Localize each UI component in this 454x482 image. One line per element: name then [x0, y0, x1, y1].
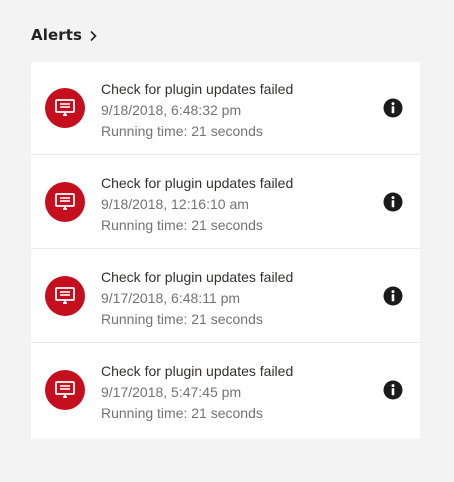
alerts-title: Alerts: [31, 26, 83, 44]
alert-title: Check for plugin updates failed: [101, 269, 294, 285]
alerts-card: Check for plugin updates failed 9/18/201…: [31, 62, 420, 439]
info-icon[interactable]: [383, 192, 403, 212]
alert-timestamp: 9/17/2018, 5:47:45 pm: [101, 384, 242, 400]
alert-row[interactable]: Check for plugin updates failed 9/17/201…: [31, 250, 420, 343]
alert-row[interactable]: Check for plugin updates failed 9/17/201…: [31, 344, 420, 437]
monitor-alert-icon: [45, 276, 85, 316]
alert-text: Check for plugin updates failed 9/17/201…: [101, 361, 293, 424]
monitor-alert-icon: [45, 182, 85, 222]
alerts-header-link[interactable]: Alerts: [31, 26, 99, 44]
info-icon[interactable]: [383, 380, 403, 400]
alert-timestamp: 9/18/2018, 12:16:10 am: [101, 196, 249, 212]
alert-title: Check for plugin updates failed: [101, 363, 294, 379]
alert-row[interactable]: Check for plugin updates failed 9/18/201…: [31, 156, 420, 249]
alert-text: Check for plugin updates failed 9/18/201…: [101, 79, 293, 142]
alert-text: Check for plugin updates failed 9/17/201…: [101, 267, 293, 330]
alert-running-time: Running time: 21 seconds: [101, 311, 263, 327]
alert-row[interactable]: Check for plugin updates failed 9/18/201…: [31, 62, 420, 155]
chevron-right-icon: [87, 29, 99, 42]
alert-timestamp: 9/18/2018, 6:48:32 pm: [101, 102, 242, 118]
alert-timestamp: 9/17/2018, 6:48:11 pm: [101, 290, 241, 306]
info-icon[interactable]: [383, 98, 403, 118]
alert-running-time: Running time: 21 seconds: [101, 217, 263, 233]
alert-running-time: Running time: 21 seconds: [101, 123, 263, 139]
alert-running-time: Running time: 21 seconds: [101, 405, 263, 421]
monitor-alert-icon: [45, 370, 85, 410]
alert-title: Check for plugin updates failed: [101, 175, 294, 191]
info-icon[interactable]: [383, 286, 403, 306]
alert-title: Check for plugin updates failed: [101, 81, 294, 97]
monitor-alert-icon: [45, 88, 85, 128]
alert-text: Check for plugin updates failed 9/18/201…: [101, 173, 293, 236]
